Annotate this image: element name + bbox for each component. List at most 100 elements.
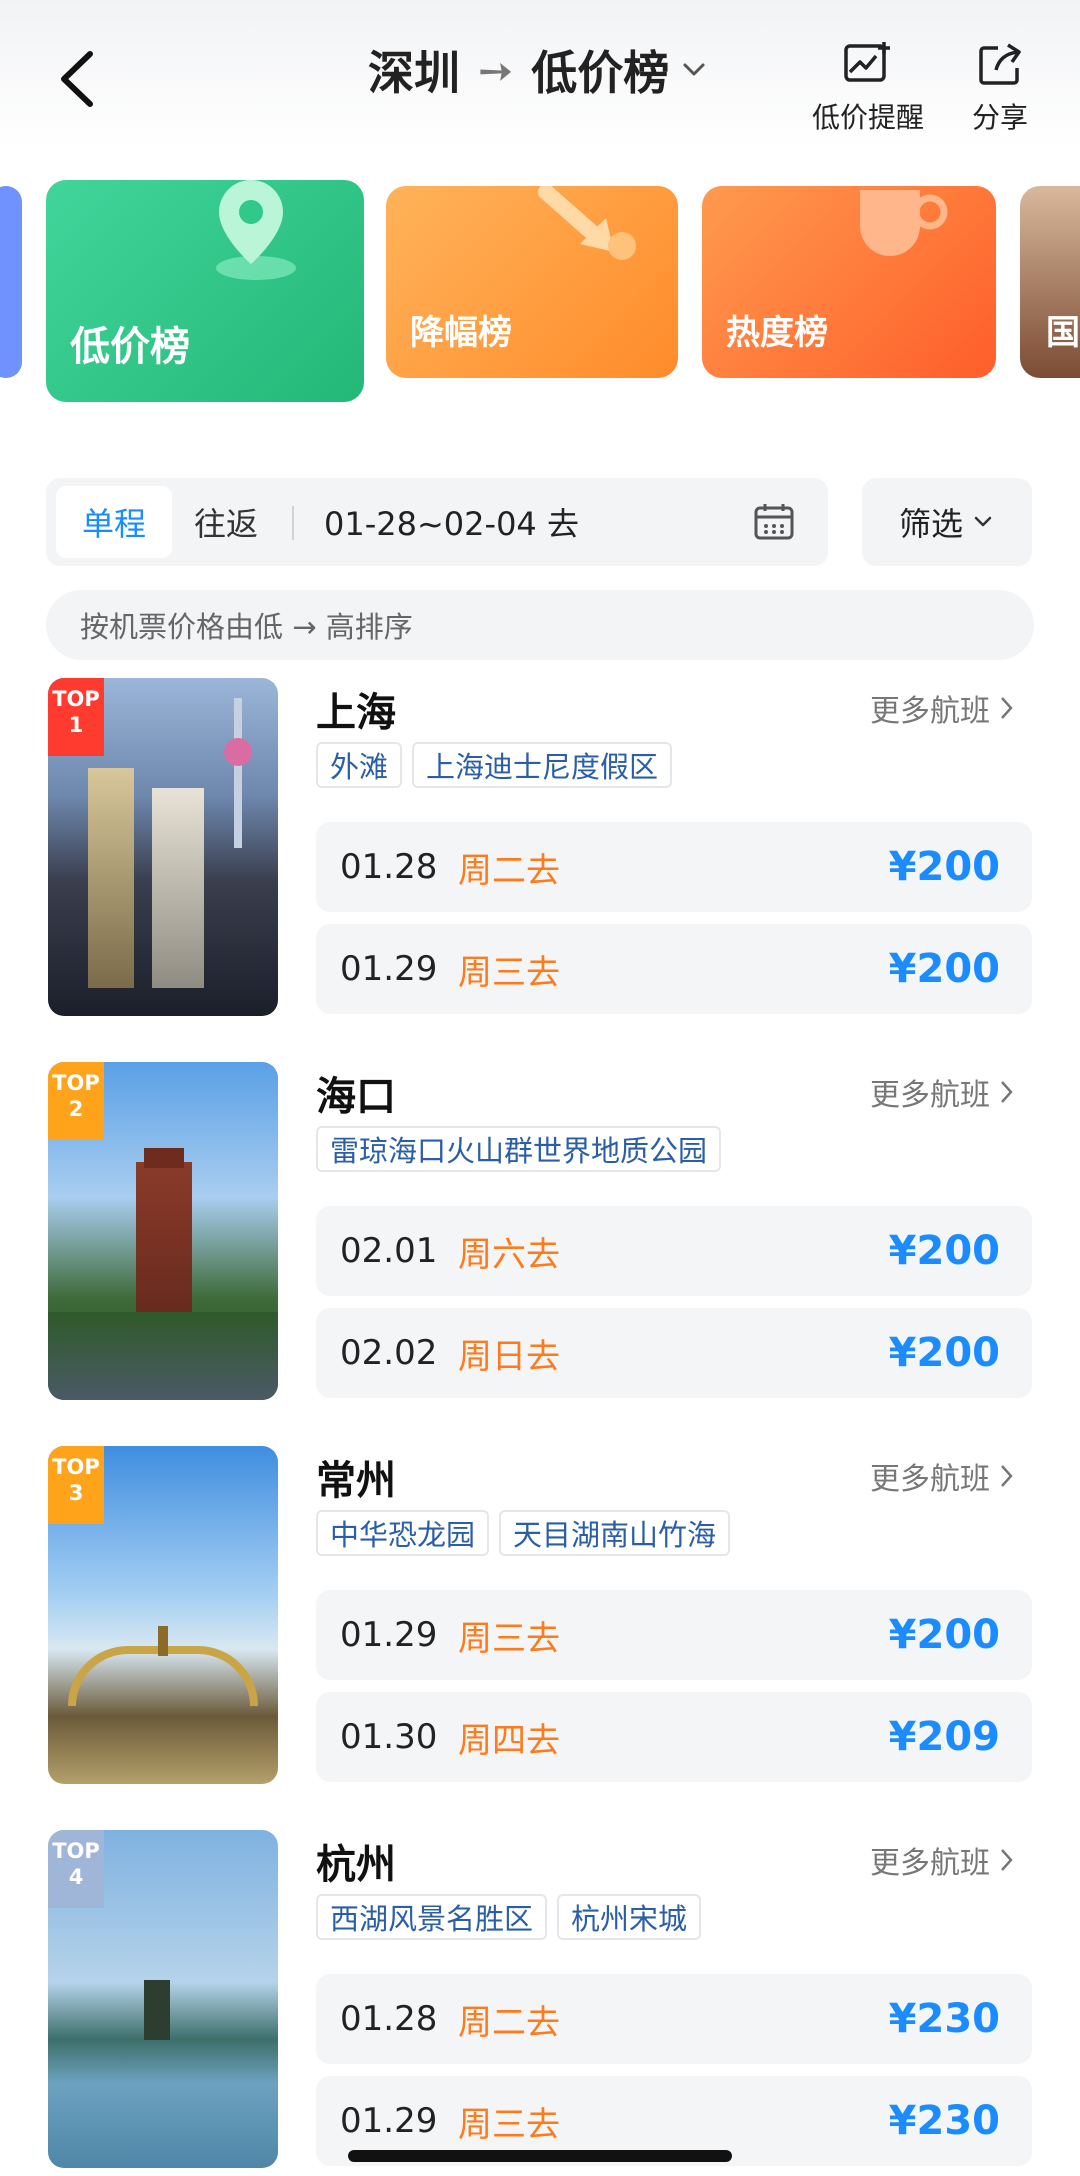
sort-hint: 按机票价格由低 → 高排序 (46, 590, 1034, 660)
pagoda-shape (144, 1980, 170, 2040)
rank-top-label: TOP (52, 1839, 100, 1863)
flight-weekday: 周三去 (458, 1618, 560, 1659)
flight-price: ¥200 (888, 1612, 1000, 1658)
origin-city: 深圳 (368, 46, 460, 100)
route-title[interactable]: 深圳 ➙ 低价榜 (368, 40, 709, 100)
ranking-category-carousel: 低价榜 降幅榜 热度榜 国 (0, 180, 1080, 410)
category-label: 国 (1046, 313, 1080, 353)
tower-top (144, 1148, 184, 1168)
price-alert-button[interactable]: 低价提醒 (812, 40, 924, 136)
flight-row[interactable]: 01.28 周二去 ¥200 (316, 822, 1032, 912)
rank-badge: TOP 3 (48, 1446, 104, 1524)
attraction-tag[interactable]: 杭州宋城 (557, 1894, 702, 1940)
sort-text: 按机票价格由低 → 高排序 (80, 610, 413, 644)
flight-price: ¥200 (888, 844, 1000, 890)
attraction-tag[interactable]: 外滩 (316, 742, 403, 788)
destination-card[interactable]: TOP 1 上海 更多航班 外滩 上海迪士尼度假区 01.28 周二去 ¥200… (0, 678, 1080, 1038)
rank-number: 4 (68, 1865, 84, 1890)
flight-row[interactable]: 01.30 周四去 ¥209 (316, 1692, 1032, 1782)
down-arrow-icon (538, 186, 636, 260)
category-card-hot[interactable]: 热度榜 (702, 186, 996, 378)
location-pin-icon (216, 180, 296, 280)
flight-price: ¥200 (888, 1228, 1000, 1274)
flight-date: 01.30 (340, 1717, 438, 1757)
chevron-down-icon (974, 516, 992, 527)
share-label: 分享 (972, 101, 1029, 134)
trip-date-bar: 单程 往返 01-28~02-04 去 (46, 478, 828, 566)
city-name: 海口 (316, 1074, 396, 1120)
rank-number: 2 (68, 1097, 84, 1122)
share-icon (979, 43, 1021, 85)
tag-list: 西湖风景名胜区 杭州宋城 (316, 1894, 702, 1940)
attraction-tag[interactable]: 中华恐龙园 (316, 1510, 490, 1556)
category-card-partial-right[interactable]: 国 (1020, 186, 1080, 378)
tag-list: 雷琼海口火山群世界地质公园 (316, 1126, 722, 1172)
category-label: 热度榜 (726, 313, 828, 353)
chevron-right-icon (1001, 697, 1013, 719)
category-card-partial-left[interactable] (0, 186, 22, 378)
chevron-down-icon (683, 63, 705, 76)
city-name: 常州 (316, 1458, 396, 1504)
tag-list: 外滩 上海迪士尼度假区 (316, 742, 673, 788)
tower-shape (234, 698, 242, 848)
category-label: 降幅榜 (410, 313, 512, 353)
more-flights-link[interactable]: 更多航班 (870, 1454, 1016, 1498)
more-flights-label: 更多航班 (870, 1846, 990, 1881)
rank-top-label: TOP (52, 687, 100, 711)
rank-badge: TOP 2 (48, 1062, 104, 1140)
destination-photo: TOP 2 (48, 1062, 278, 1400)
more-flights-link[interactable]: 更多航班 (870, 1070, 1016, 1114)
city-name: 上海 (316, 690, 396, 736)
destination-photo: TOP 1 (48, 678, 278, 1016)
flight-weekday: 周二去 (458, 2002, 560, 2043)
flight-date: 02.01 (340, 1231, 438, 1271)
flight-price: ¥200 (888, 1330, 1000, 1376)
ranking-title: 低价榜 (531, 46, 670, 100)
rank-top-label: TOP (52, 1071, 100, 1095)
more-flights-label: 更多航班 (870, 1078, 990, 1113)
attraction-tag[interactable]: 天目湖南山竹海 (499, 1510, 731, 1556)
flight-row[interactable]: 01.29 周三去 ¥200 (316, 1590, 1032, 1680)
divider (292, 506, 294, 540)
attraction-tag[interactable]: 西湖风景名胜区 (316, 1894, 548, 1940)
flight-row[interactable]: 02.01 周六去 ¥200 (316, 1206, 1032, 1296)
rank-badge: TOP 4 (48, 1830, 104, 1908)
cup-icon (860, 190, 948, 256)
flight-weekday: 周四去 (458, 1720, 560, 1761)
more-flights-label: 更多航班 (870, 694, 990, 729)
rank-top-label: TOP (52, 1455, 100, 1479)
flight-date: 01.28 (340, 847, 438, 887)
chevron-right-icon (1001, 1849, 1013, 1871)
home-indicator[interactable] (348, 2150, 732, 2162)
tag-list: 中华恐龙园 天目湖南山竹海 (316, 1510, 731, 1556)
destination-card[interactable]: TOP 4 杭州 更多航班 西湖风景名胜区 杭州宋城 01.28 周二去 ¥23… (0, 1830, 1080, 2176)
flight-row[interactable]: 01.28 周二去 ¥230 (316, 1974, 1032, 2064)
flight-weekday: 周六去 (458, 1234, 560, 1275)
more-flights-link[interactable]: 更多航班 (870, 1838, 1016, 1882)
back-icon[interactable] (50, 44, 110, 114)
price-alert-label: 低价提醒 (812, 101, 925, 134)
filter-button[interactable]: 筛选 (862, 478, 1032, 566)
category-card-drop[interactable]: 降幅榜 (386, 186, 678, 378)
flight-date: 01.29 (340, 949, 438, 989)
share-button[interactable]: 分享 (972, 40, 1028, 136)
destination-card[interactable]: TOP 2 海口 更多航班 雷琼海口火山群世界地质公园 02.01 周六去 ¥2… (0, 1062, 1080, 1422)
attraction-tag[interactable]: 雷琼海口火山群世界地质公园 (316, 1126, 722, 1172)
flight-price: ¥209 (888, 1714, 1000, 1760)
date-range[interactable]: 01-28~02-04 去 (324, 478, 579, 566)
more-flights-link[interactable]: 更多航班 (870, 686, 1016, 730)
tab-one-way[interactable]: 单程 (56, 486, 172, 558)
flight-row[interactable]: 02.02 周日去 ¥200 (316, 1308, 1032, 1398)
tab-round-trip[interactable]: 往返 (168, 486, 284, 558)
calendar-icon[interactable] (752, 500, 796, 544)
rank-badge: TOP 1 (48, 678, 104, 756)
category-label: 低价榜 (70, 324, 190, 370)
attraction-tag[interactable]: 上海迪士尼度假区 (412, 742, 673, 788)
category-card-low-price[interactable]: 低价榜 (46, 180, 364, 402)
flight-price: ¥230 (888, 2098, 1000, 2144)
flight-weekday: 周三去 (458, 952, 560, 993)
tower-sphere (224, 738, 252, 766)
top-bar: 深圳 ➙ 低价榜 低价提醒 分享 (0, 0, 1080, 150)
flight-row[interactable]: 01.29 周三去 ¥200 (316, 924, 1032, 1014)
destination-card[interactable]: TOP 3 常州 更多航班 中华恐龙园 天目湖南山竹海 01.29 周三去 ¥2… (0, 1446, 1080, 1806)
